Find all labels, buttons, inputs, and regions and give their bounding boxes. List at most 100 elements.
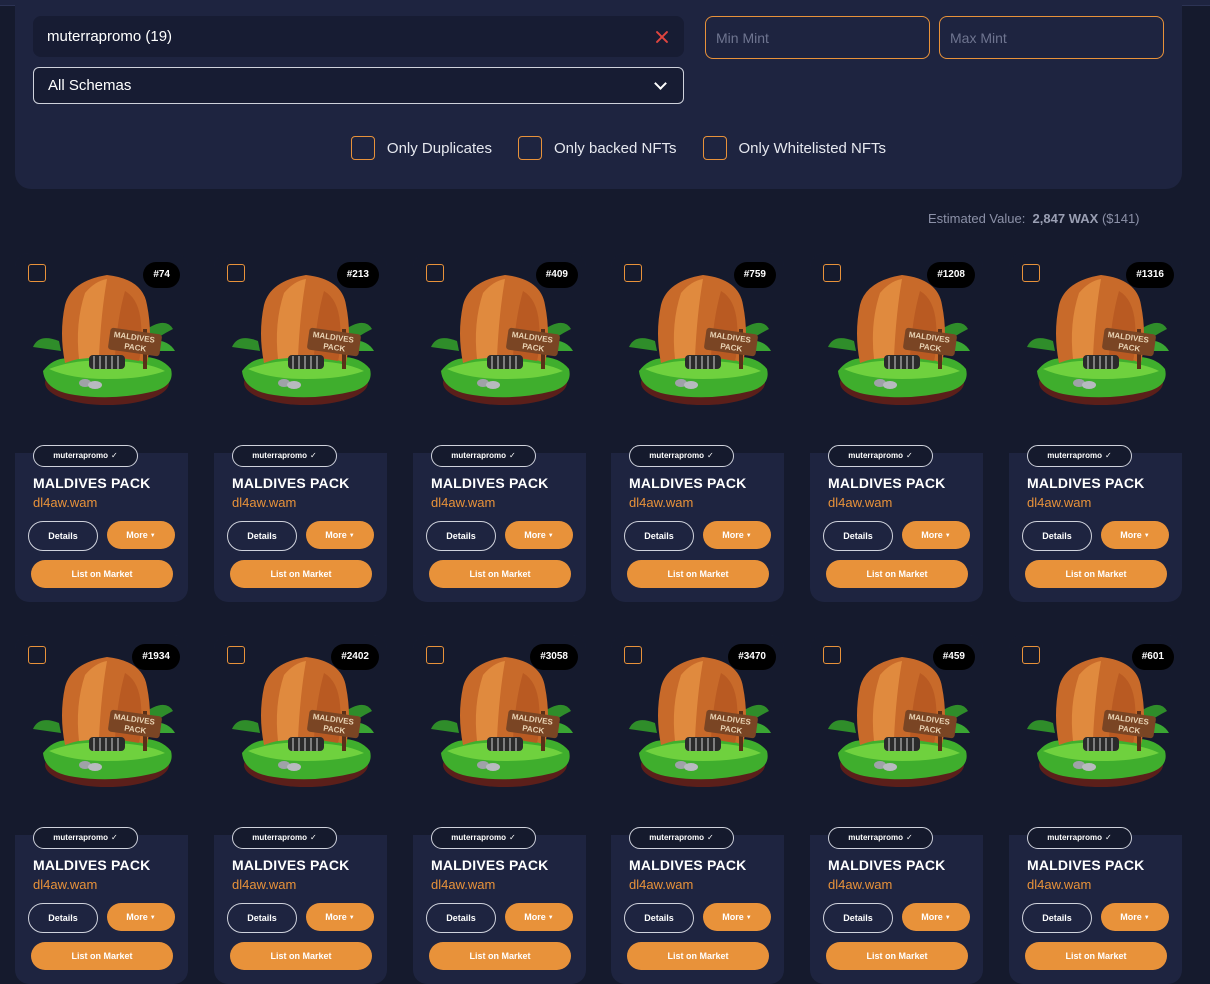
card-select-checkbox[interactable] [28, 264, 46, 282]
details-button[interactable]: Details [28, 903, 98, 933]
details-button[interactable]: Details [426, 903, 496, 933]
more-button[interactable]: More ▼ [703, 903, 771, 931]
max-mint-input[interactable] [939, 16, 1164, 59]
collection-chip[interactable]: muterrapromo ✓ [1027, 827, 1132, 849]
collection-chip[interactable]: muterrapromo ✓ [629, 445, 734, 467]
collection-chip[interactable]: muterrapromo ✓ [629, 827, 734, 849]
checkbox-box[interactable] [517, 136, 542, 160]
collection-chip[interactable]: muterrapromo ✓ [33, 827, 138, 849]
nft-card[interactable]: #409 muterrapromo ✓ MALDIVES PACK dl4aw.w… [413, 253, 586, 602]
list-on-market-button[interactable]: List on Market [627, 560, 769, 588]
details-button[interactable]: Details [1022, 903, 1092, 933]
more-button[interactable]: More ▼ [1101, 521, 1169, 549]
only-backed-checkbox[interactable]: Only backed NFTs [517, 136, 677, 160]
card-name: MALDIVES PACK [431, 857, 549, 873]
card-name: MALDIVES PACK [232, 857, 350, 873]
nft-card[interactable]: #1208 muterrapromo ✓ MALDIVES PACK dl4aw.… [810, 253, 983, 602]
card-owner[interactable]: dl4aw.wam [232, 877, 296, 892]
details-button[interactable]: Details [28, 521, 98, 551]
card-select-checkbox[interactable] [823, 646, 841, 664]
list-on-market-button[interactable]: List on Market [429, 560, 571, 588]
pack-image [15, 263, 188, 448]
list-on-market-button[interactable]: List on Market [429, 942, 571, 970]
nft-card[interactable]: #3470 muterrapromo ✓ MALDIVES PACK dl4aw.… [611, 635, 784, 984]
card-owner[interactable]: dl4aw.wam [431, 877, 495, 892]
schema-select[interactable]: All Schemas [33, 67, 684, 104]
nft-card[interactable]: #759 muterrapromo ✓ MALDIVES PACK dl4aw.w… [611, 253, 784, 602]
details-button[interactable]: Details [624, 521, 694, 551]
collection-chip[interactable]: muterrapromo ✓ [828, 827, 933, 849]
more-button[interactable]: More ▼ [902, 903, 970, 931]
nft-card[interactable]: #1316 muterrapromo ✓ MALDIVES PACK dl4aw.… [1009, 253, 1182, 602]
checkbox-box[interactable] [350, 136, 375, 160]
collection-chip[interactable]: muterrapromo ✓ [431, 827, 536, 849]
list-on-market-button[interactable]: List on Market [826, 942, 968, 970]
collection-chip[interactable]: muterrapromo ✓ [232, 827, 337, 849]
nft-card[interactable]: #2402 muterrapromo ✓ MALDIVES PACK dl4aw.… [214, 635, 387, 984]
only-duplicates-checkbox[interactable]: Only Duplicates [350, 136, 492, 160]
list-on-market-button[interactable]: List on Market [1025, 942, 1167, 970]
more-button[interactable]: More ▼ [107, 521, 175, 549]
more-button[interactable]: More ▼ [505, 903, 573, 931]
list-on-market-button[interactable]: List on Market [31, 560, 173, 588]
card-select-checkbox[interactable] [227, 646, 245, 664]
card-select-checkbox[interactable] [227, 264, 245, 282]
details-button[interactable]: Details [227, 903, 297, 933]
pack-image [810, 645, 983, 830]
details-button[interactable]: Details [227, 521, 297, 551]
more-button[interactable]: More ▼ [902, 521, 970, 549]
card-select-checkbox[interactable] [426, 646, 444, 664]
list-on-market-button[interactable]: List on Market [230, 942, 372, 970]
more-button[interactable]: More ▼ [505, 521, 573, 549]
card-owner[interactable]: dl4aw.wam [1027, 877, 1091, 892]
card-owner[interactable]: dl4aw.wam [1027, 495, 1091, 510]
card-owner[interactable]: dl4aw.wam [33, 495, 97, 510]
checkbox-box[interactable] [702, 136, 727, 160]
card-select-checkbox[interactable] [426, 264, 444, 282]
card-select-checkbox[interactable] [624, 646, 642, 664]
card-owner[interactable]: dl4aw.wam [629, 877, 693, 892]
collection-chip[interactable]: muterrapromo ✓ [232, 445, 337, 467]
more-button[interactable]: More ▼ [107, 903, 175, 931]
card-select-checkbox[interactable] [1022, 646, 1040, 664]
min-mint-input[interactable] [705, 16, 930, 59]
more-button[interactable]: More ▼ [703, 521, 771, 549]
card-select-checkbox[interactable] [28, 646, 46, 664]
list-on-market-button[interactable]: List on Market [627, 942, 769, 970]
card-owner[interactable]: dl4aw.wam [232, 495, 296, 510]
details-button[interactable]: Details [1022, 521, 1092, 551]
collection-chip[interactable]: muterrapromo ✓ [1027, 445, 1132, 467]
card-owner[interactable]: dl4aw.wam [33, 877, 97, 892]
card-select-checkbox[interactable] [624, 264, 642, 282]
collection-chip[interactable]: muterrapromo ✓ [33, 445, 138, 467]
details-button[interactable]: Details [624, 903, 694, 933]
more-button[interactable]: More ▼ [306, 903, 374, 931]
more-button[interactable]: More ▼ [306, 521, 374, 549]
nft-card[interactable]: #601 muterrapromo ✓ MALDIVES PACK dl4aw.w… [1009, 635, 1182, 984]
details-button[interactable]: Details [823, 521, 893, 551]
list-on-market-button[interactable]: List on Market [1025, 560, 1167, 588]
card-owner[interactable]: dl4aw.wam [431, 495, 495, 510]
card-owner[interactable]: dl4aw.wam [828, 495, 892, 510]
collection-filter-input[interactable]: muterrapromo (19) [33, 16, 684, 57]
close-icon[interactable] [654, 29, 670, 45]
list-on-market-button[interactable]: List on Market [826, 560, 968, 588]
card-owner[interactable]: dl4aw.wam [828, 877, 892, 892]
collection-chip[interactable]: muterrapromo ✓ [431, 445, 536, 467]
nft-card[interactable]: #3058 muterrapromo ✓ MALDIVES PACK dl4aw.… [413, 635, 586, 984]
details-button[interactable]: Details [426, 521, 496, 551]
details-button[interactable]: Details [823, 903, 893, 933]
card-select-checkbox[interactable] [1022, 264, 1040, 282]
only-whitelisted-checkbox[interactable]: Only Whitelisted NFTs [702, 136, 886, 160]
nft-card[interactable]: #74 muterrapromo ✓ MALDIVES PACK dl4aw.wa… [15, 253, 188, 602]
nft-card[interactable]: #1934 muterrapromo ✓ MALDIVES PACK dl4aw.… [15, 635, 188, 984]
check-icon: ✓ [309, 833, 317, 842]
nft-card[interactable]: #459 muterrapromo ✓ MALDIVES PACK dl4aw.w… [810, 635, 983, 984]
collection-chip[interactable]: muterrapromo ✓ [828, 445, 933, 467]
nft-card[interactable]: #213 muterrapromo ✓ MALDIVES PACK dl4aw.w… [214, 253, 387, 602]
list-on-market-button[interactable]: List on Market [230, 560, 372, 588]
list-on-market-button[interactable]: List on Market [31, 942, 173, 970]
card-owner[interactable]: dl4aw.wam [629, 495, 693, 510]
card-select-checkbox[interactable] [823, 264, 841, 282]
more-button[interactable]: More ▼ [1101, 903, 1169, 931]
